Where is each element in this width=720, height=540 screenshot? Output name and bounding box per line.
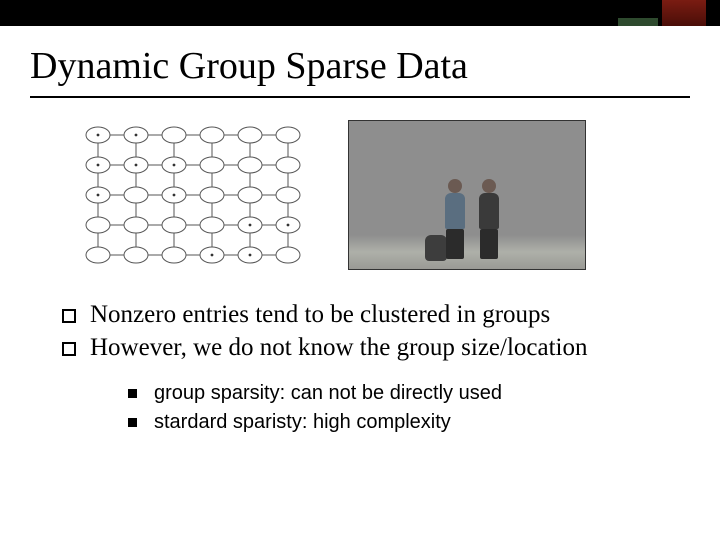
slide-top-bar [0,0,720,26]
accent-block-green [618,18,658,26]
bullet-item: Nonzero entries tend to be clustered in … [62,300,720,331]
photo-ground [349,235,585,269]
bullet-item: However, we do not know the group size/l… [62,333,720,364]
sub-bullet-list: group sparsity: can not be directly used… [128,379,720,437]
accent-block-red [662,0,706,26]
photo-person-right [479,179,499,259]
pedestrian-photo-figure [348,120,586,270]
sub-bullet-item: group sparsity: can not be directly used [128,379,720,408]
mrf-grid-figure [78,120,308,270]
photo-bag [425,235,447,261]
mrf-grid-svg [78,120,308,270]
title-underline [30,96,690,98]
slide-title: Dynamic Group Sparse Data [30,44,720,88]
main-bullet-list: Nonzero entries tend to be clustered in … [62,300,720,363]
photo-person-left [445,179,465,259]
figure-row [78,120,720,270]
sub-bullet-item: stardard sparisty: high complexity [128,408,720,437]
